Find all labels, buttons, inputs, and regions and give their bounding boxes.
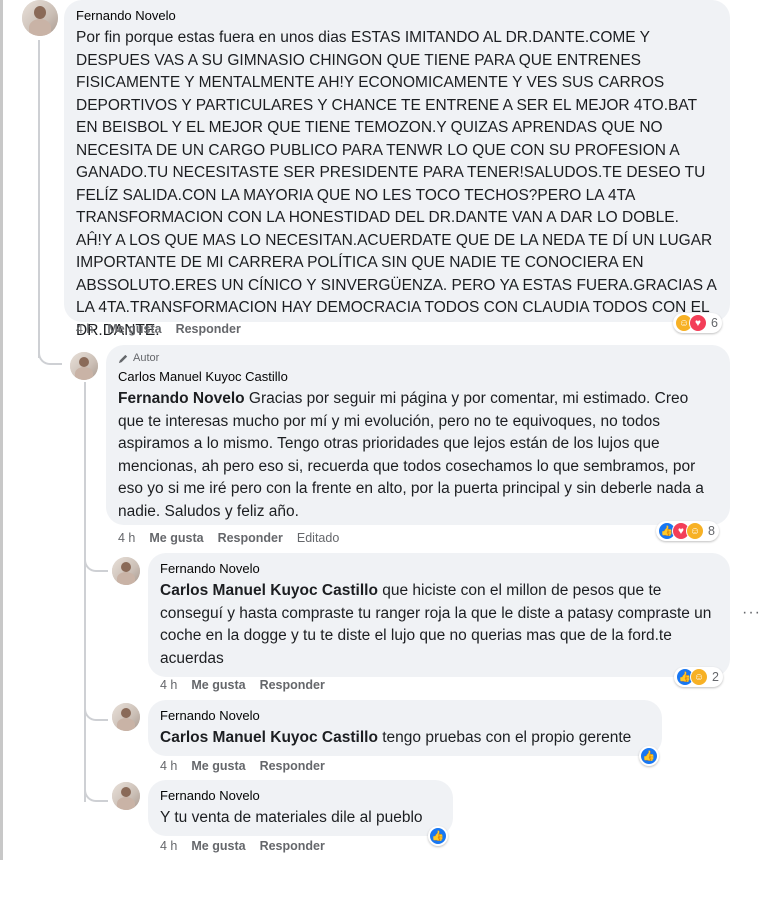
reaction-summary[interactable]: ☺ ♥ 6 xyxy=(673,313,722,333)
reply-button[interactable]: Responder xyxy=(176,322,241,336)
reply-button[interactable]: Responder xyxy=(260,759,325,773)
comment-body: tengo pruebas con el propio gerente xyxy=(377,729,632,746)
reaction-summary[interactable]: 👍 xyxy=(428,826,448,846)
comment-time[interactable]: 4 h xyxy=(160,678,177,692)
comment-time[interactable]: 4 h xyxy=(160,759,177,773)
edited-label: Editado xyxy=(296,531,340,545)
like-button[interactable]: Me gusta xyxy=(107,322,161,336)
thread-line xyxy=(38,40,40,358)
comment-actions: 4 h Me gusta Responder xyxy=(76,322,241,336)
avatar[interactable] xyxy=(112,557,140,585)
author-badge: Autor xyxy=(118,351,718,365)
comment-text: Carlos Manuel Kuyoc Castillo tengo prueb… xyxy=(160,727,650,750)
comment-bubble: Fernando Novelo Carlos Manuel Kuyoc Cast… xyxy=(148,700,662,756)
reaction-summary[interactable]: 👍 ♥ ☺ 8 xyxy=(656,521,719,541)
comment-author[interactable]: Carlos Manuel Kuyoc Castillo xyxy=(118,369,718,385)
comment-text: Y tu venta de materiales dile al pueblo xyxy=(160,809,423,826)
comment-actions: 4 h Me gusta Responder xyxy=(160,678,325,692)
comment-actions: 4 h Me gusta Responder xyxy=(160,839,325,853)
like-button[interactable]: Me gusta xyxy=(191,759,245,773)
avatar[interactable] xyxy=(112,703,140,731)
comment-author[interactable]: Fernando Novelo xyxy=(76,8,718,24)
comment-author[interactable]: Fernando Novelo xyxy=(160,561,718,577)
thread-connector xyxy=(84,552,108,572)
comment-text: Fernando Novelo Gracias por seguir mi pá… xyxy=(118,388,718,523)
comment-author[interactable]: Fernando Novelo xyxy=(160,708,650,724)
thread-connector xyxy=(38,345,62,365)
mention-link[interactable]: Carlos Manuel Kuyoc Castillo xyxy=(160,582,378,599)
comment-actions: 4 h Me gusta Responder Editado xyxy=(118,531,339,545)
comment-text: Carlos Manuel Kuyoc Castillo que hiciste… xyxy=(160,580,718,670)
reply-button[interactable]: Responder xyxy=(260,839,325,853)
like-icon: 👍 xyxy=(640,747,658,765)
thread-connector xyxy=(84,782,108,802)
haha-icon: ☺ xyxy=(690,668,708,686)
like-icon: 👍 xyxy=(429,827,447,845)
mention-link[interactable]: Carlos Manuel Kuyoc Castillo xyxy=(160,729,378,746)
comment-time[interactable]: 4 h xyxy=(160,839,177,853)
comment-text: Por fin porque estas fuera en unos dias … xyxy=(76,29,716,339)
reaction-count: 6 xyxy=(711,316,718,330)
comment-bubble: Fernando Novelo Y tu venta de materiales… xyxy=(148,780,453,836)
comment-time[interactable]: 4 h xyxy=(118,531,135,545)
pencil-icon xyxy=(118,354,128,363)
reaction-summary[interactable]: 👍 xyxy=(639,746,659,766)
haha-icon: ☺ xyxy=(686,522,704,540)
like-button[interactable]: Me gusta xyxy=(149,531,203,545)
left-edge-strip xyxy=(0,0,3,860)
reaction-count: 8 xyxy=(708,524,715,538)
more-options-icon[interactable]: ··· xyxy=(742,604,761,622)
reaction-summary[interactable]: 👍 ☺ 2 xyxy=(674,667,723,687)
comment-author[interactable]: Fernando Novelo xyxy=(160,788,441,804)
comment-actions: 4 h Me gusta Responder xyxy=(160,759,325,773)
like-button[interactable]: Me gusta xyxy=(191,839,245,853)
mention-link[interactable]: Fernando Novelo xyxy=(118,390,245,407)
comment-bubble: Autor Carlos Manuel Kuyoc Castillo Ferna… xyxy=(106,345,730,525)
thread-connector xyxy=(84,701,108,721)
reaction-count: 2 xyxy=(712,670,719,684)
comment-body: Gracias por seguir mi página y por comen… xyxy=(118,390,704,520)
comment-bubble: Fernando Novelo Por fin porque estas fue… xyxy=(64,0,730,339)
avatar[interactable] xyxy=(70,352,98,380)
avatar[interactable] xyxy=(112,782,140,810)
like-button[interactable]: Me gusta xyxy=(191,678,245,692)
love-icon: ♥ xyxy=(689,314,707,332)
comment-bubble: Fernando Novelo Carlos Manuel Kuyoc Cast… xyxy=(148,553,730,677)
reply-button[interactable]: Responder xyxy=(260,678,325,692)
avatar[interactable] xyxy=(22,0,58,36)
author-badge-label: Autor xyxy=(133,352,160,364)
reply-button[interactable]: Responder xyxy=(218,531,283,545)
thread-line xyxy=(84,382,86,802)
comment-time[interactable]: 4 h xyxy=(76,322,93,336)
